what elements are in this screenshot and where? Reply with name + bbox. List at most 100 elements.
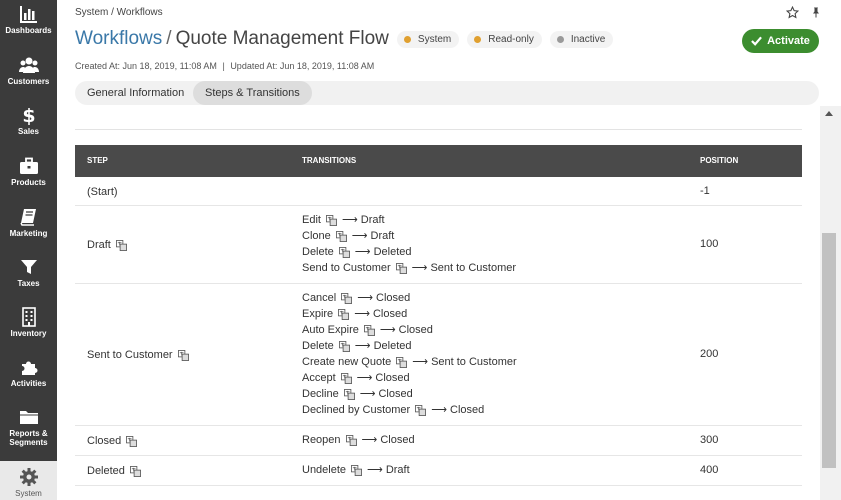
table-row: (Start) -1: [75, 177, 802, 206]
status-badge-label: System: [417, 33, 452, 45]
column-header-position: Position: [700, 156, 739, 165]
transition-item: Undelete ⟶ Draft: [302, 462, 410, 478]
translation-icon[interactable]: [129, 465, 141, 477]
translation-icon[interactable]: [115, 239, 127, 251]
transition-target: Sent to Customer: [430, 262, 517, 274]
folder-icon: [19, 411, 38, 424]
translation-icon[interactable]: [335, 230, 347, 242]
star-icon[interactable]: [786, 6, 799, 19]
arrow-right-icon: ⟶: [354, 308, 370, 320]
translation-icon[interactable]: [415, 404, 427, 416]
sidebar-item-customers[interactable]: Customers: [0, 51, 57, 101]
breadcrumb[interactable]: System / Workflows: [75, 7, 163, 18]
transition-item: Delete ⟶ Deleted: [302, 244, 516, 260]
transition-name: Declined by Customer: [302, 404, 411, 416]
status-badge-inactive: Inactive: [549, 30, 614, 48]
step-cell: Sent to Customer: [87, 347, 194, 363]
svg-text:$: $: [22, 105, 35, 125]
sidebar-item-marketing[interactable]: Marketing: [0, 203, 57, 253]
status-badge-label: Read-only: [488, 33, 534, 45]
step-cell: Deleted: [87, 463, 146, 479]
transitions-cell: Undelete ⟶ Draft: [302, 462, 410, 478]
transition-name: Edit: [302, 214, 321, 226]
transition-item: Decline ⟶ Closed: [302, 386, 517, 402]
workflow-name: Quote Management Flow: [175, 28, 389, 49]
scrollbar-thumb[interactable]: [822, 233, 836, 468]
translation-icon[interactable]: [395, 262, 407, 274]
translation-icon[interactable]: [341, 292, 353, 304]
translation-icon[interactable]: [326, 214, 337, 226]
transition-name: Send to Customer: [302, 262, 391, 274]
translation-icon[interactable]: [340, 372, 352, 384]
arrow-right-icon: ⟶: [356, 372, 373, 384]
translation-icon[interactable]: [177, 349, 189, 361]
transitions-cell: Edit ⟶ Draft Clone ⟶ Draft Delete ⟶ Deleted Send …: [302, 212, 516, 276]
sidebar-item-products[interactable]: Products: [0, 152, 57, 202]
section-divider: [75, 129, 802, 130]
position-cell: 400: [700, 464, 719, 476]
translation-icon[interactable]: [396, 356, 408, 368]
transition-target: Sent to Customer: [431, 356, 517, 368]
table-row: Closed Reopen ⟶ Closed 300: [75, 426, 802, 456]
scroll-up-arrow[interactable]: [825, 111, 833, 116]
translation-icon[interactable]: [338, 246, 350, 258]
transitions-cell: Cancel ⟶ Closed Expire ⟶ Closed Auto Expire ⟶ Cl…: [302, 290, 517, 418]
transition-name: Create new Quote: [302, 356, 392, 368]
tab-bar: General Information Steps & Transitions: [75, 81, 819, 105]
translation-icon[interactable]: [363, 324, 375, 336]
position-cell: 100: [700, 238, 719, 250]
sidebar-item-system[interactable]: System: [0, 461, 57, 500]
position-cell: -1: [700, 184, 710, 197]
transition-target: Deleted: [373, 246, 412, 258]
sidebar-item-label: Taxes: [17, 279, 40, 288]
puzzle-icon: [21, 361, 37, 375]
arrow-right-icon: ⟶: [431, 404, 447, 416]
pin-icon[interactable]: [810, 6, 822, 19]
transition-item: Expire ⟶ Closed: [302, 306, 517, 322]
tab-steps-transitions[interactable]: Steps & Transitions: [193, 81, 312, 105]
transition-name: Delete: [302, 246, 334, 258]
briefcase-icon: [19, 157, 38, 174]
sidebar-item-reports-segments[interactable]: Reports & Segments: [0, 403, 57, 458]
sidebar-item-sales[interactable]: $ Sales: [0, 101, 57, 151]
sidebar-item-taxes[interactable]: Taxes: [0, 253, 57, 303]
position-cell: 300: [700, 434, 719, 446]
column-header-transitions: Transitions: [302, 156, 357, 165]
translation-icon[interactable]: [345, 434, 357, 446]
step-cell: Closed: [87, 433, 142, 449]
translation-icon[interactable]: [338, 340, 350, 352]
translation-icon[interactable]: [351, 464, 363, 476]
updated-at: Updated At: Jun 18, 2019, 11:08 AM: [230, 61, 375, 71]
bar-chart-icon: [19, 6, 37, 23]
transition-name: Undelete: [302, 464, 347, 476]
sidebar-item-label: Marketing: [9, 229, 48, 238]
transition-name: Cancel: [302, 292, 337, 304]
step-name: Draft: [87, 239, 111, 251]
title-workflows-link[interactable]: Workflows: [75, 28, 162, 50]
status-dot: [556, 35, 564, 43]
tab-general-information[interactable]: General Information: [75, 81, 196, 105]
transition-name: Delete: [302, 340, 334, 352]
translation-icon[interactable]: [126, 435, 138, 447]
position-cell: 200: [700, 348, 719, 360]
transition-item: Accept ⟶ Closed: [302, 370, 517, 386]
arrow-right-icon: ⟶: [367, 464, 383, 476]
table-body: (Start) -1 Draft Edit ⟶ Draft Clone ⟶ Draft Delet…: [75, 177, 802, 486]
sidebar-item-label: Customers: [7, 77, 50, 86]
sidebar-item-dashboards[interactable]: Dashboards: [0, 0, 57, 50]
transition-target: Draft: [360, 214, 385, 226]
transition-item: Send to Customer ⟶ Sent to Customer: [302, 260, 516, 276]
transition-item: Declined by Customer ⟶ Closed: [302, 402, 517, 418]
transition-target: Closed: [375, 372, 410, 384]
sidebar-item-label: Products: [11, 178, 46, 187]
activate-button[interactable]: Activate: [742, 29, 819, 53]
translation-icon[interactable]: [338, 308, 350, 320]
transition-target: Draft: [370, 230, 395, 242]
main-sidebar: Dashboards Customers $ Sales Products Ma…: [0, 0, 57, 500]
record-dates: Created At: Jun 18, 2019, 11:08 AM | Upd…: [75, 61, 374, 71]
transition-item: Delete ⟶ Deleted: [302, 338, 517, 354]
sidebar-item-activities[interactable]: Activities: [0, 353, 57, 403]
sidebar-item-inventory[interactable]: Inventory: [0, 303, 57, 353]
arrow-right-icon: ⟶: [412, 356, 429, 368]
translation-icon[interactable]: [343, 388, 355, 400]
